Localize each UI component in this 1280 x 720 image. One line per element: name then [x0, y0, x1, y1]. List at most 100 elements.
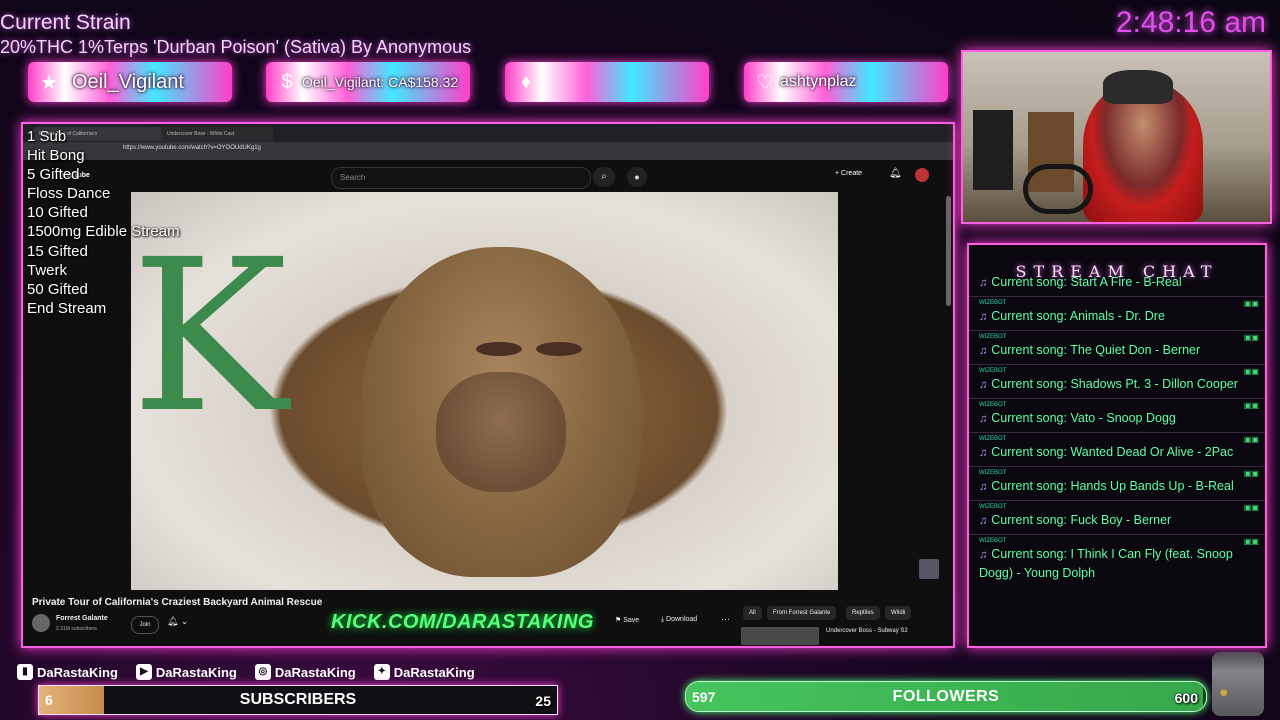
chat-username: WIZEBOT — [979, 538, 1007, 544]
alert-text: ashtynplaz — [780, 73, 857, 90]
social-youtube: ▶ DaRastaKing — [135, 664, 237, 680]
chat-message: WIZEBOT ▣▣ ♫ Current song: Fuck Boy - Ber… — [969, 500, 1265, 534]
chat-username: WIZEBOT — [979, 334, 1007, 340]
chat-message: ♫ Current song: Start A Fire - B-Real — [969, 273, 1265, 296]
chat-username: WIZEBOT — [979, 436, 1007, 442]
goal-item: End Stream — [27, 299, 107, 317]
strain-title: Current Strain — [0, 11, 131, 34]
chat-message: WIZEBOT ▣▣ ♫ Current song: Hands Up Bands… — [969, 466, 1265, 500]
bar-stool — [973, 110, 1013, 190]
join-button[interactable]: Join — [131, 616, 159, 634]
chat-username: WIZEBOT — [979, 300, 1007, 306]
channel-avatar[interactable] — [32, 614, 50, 632]
goal-item: Twerk — [27, 261, 68, 279]
social-handle: DaRastaKing — [37, 664, 118, 680]
chat-text: Current song: Hands Up Bands Up - B-Real — [991, 479, 1234, 493]
scrollbar[interactable] — [946, 196, 951, 306]
music-note-icon: ♫ — [979, 549, 988, 561]
alert-text: Oeil_Vigilant: CA$158.32 — [302, 74, 459, 90]
chat-text: Current song: Animals - Dr. Dre — [991, 309, 1165, 323]
social-twitch: ▮ DaRastaKing — [17, 664, 118, 680]
chat-text: Current song: I Think I Can Fly (feat. S… — [979, 547, 1233, 580]
twitch-icon: ▮ — [17, 664, 33, 680]
mic-icon[interactable]: ● — [627, 167, 647, 187]
chat-message: WIZEBOT ▣▣ ♫ Current song: The Quiet Don … — [969, 330, 1265, 364]
chat-text: Current song: Wanted Dead Or Alive - 2Pa… — [991, 445, 1234, 459]
social-handle: DaRastaKing — [155, 664, 237, 680]
chip-reptiles[interactable]: Reptiles — [846, 606, 880, 620]
jar-logo: ✺ — [1212, 652, 1264, 716]
chat-username: WIZEBOT — [979, 402, 1007, 408]
goal-item: 1500mg Edible Stream — [27, 223, 180, 241]
instagram-icon: ◎ — [254, 664, 271, 680]
social-handle: DaRastaKing — [393, 664, 475, 680]
chat-text: Current song: Vato - Snoop Dogg — [991, 411, 1176, 425]
goal-item: Hit Bong — [27, 147, 85, 165]
webcam-feed — [961, 50, 1272, 224]
diamond-icon: ♦ — [520, 70, 532, 93]
star-icon: ★ — [40, 71, 58, 94]
video-title: Private Tour of California's Craziest Ba… — [32, 597, 323, 608]
music-note-icon: ♫ — [979, 413, 988, 425]
more-actions-icon[interactable]: ⋯ — [721, 614, 730, 625]
jar-label-icon: ✺ — [1220, 688, 1228, 698]
youtube-icon: ▶ — [135, 664, 152, 680]
recommended-thumbnail[interactable] — [741, 627, 819, 645]
kick-url: KICK.COM/DARASTAKING — [331, 611, 594, 633]
create-label: Create — [841, 170, 863, 177]
goal-item: Floss Dance — [27, 185, 111, 203]
tip-alert: $ Oeil_Vigilant: CA$158.32 — [266, 62, 470, 102]
chat-text: Current song: Shadows Pt. 3 - Dillon Coo… — [991, 377, 1238, 391]
miniplayer-icon[interactable] — [919, 559, 939, 579]
chip-all[interactable]: All — [743, 606, 762, 620]
bot-badge-icon: ▣▣ — [1243, 401, 1259, 410]
chat-message: WIZEBOT ▣▣ ♫ Current song: Vato - Snoop D… — [969, 398, 1265, 432]
chat-text: Current song: The Quiet Don - Berner — [991, 343, 1201, 357]
chat-text: Current song: Fuck Boy - Berner — [991, 513, 1172, 527]
music-note-icon: ♫ — [979, 345, 988, 357]
strain-description: 20%THC 1%Terps 'Durban Poison' (Sativa) … — [0, 37, 472, 57]
chat-message: WIZEBOT ▣▣ ♫ Current song: Wanted Dead Or… — [969, 432, 1265, 466]
social-twitter: ✦ DaRastaKing — [373, 664, 475, 680]
avatar[interactable] — [915, 168, 929, 182]
save-button[interactable]: ⚑ Save — [615, 616, 639, 624]
recommended-title[interactable]: Undercover Boss - Subway S2 — [826, 628, 908, 634]
subscriber-goal-bar: 6 SUBSCRIBERS 25 — [38, 685, 558, 715]
channel-name[interactable]: Forrest Galante — [56, 615, 108, 622]
bot-badge-icon: ▣▣ — [1243, 367, 1259, 376]
music-note-icon: ♫ — [979, 379, 988, 391]
create-button[interactable]: + Create — [835, 170, 862, 177]
save-label: Save — [623, 617, 640, 624]
chat-text: Current song: Start A Fire - B-Real — [991, 275, 1182, 289]
follower-alert: ★ Oeil_Vigilant — [28, 62, 232, 102]
heart-icon: ♡ — [756, 71, 774, 94]
chat-message-list[interactable]: ♫ Current song: Start A Fire - B-Real WIZ… — [969, 275, 1265, 586]
search-placeholder: Search — [340, 173, 366, 182]
search-icon[interactable]: ⌕ — [593, 167, 615, 187]
stream-chat: STREAM CHAT ♫ Current song: Start A Fire … — [967, 243, 1267, 648]
chat-message: WIZEBOT ▣▣ ♫ Current song: Shadows Pt. 3 … — [969, 364, 1265, 398]
search-input[interactable]: Search — [331, 167, 591, 189]
goal-item: 5 Gifted — [27, 166, 80, 184]
stream-clock: 2:48:16 am — [1115, 6, 1266, 39]
chip-from-channel[interactable]: From Forrest Galante — [767, 606, 837, 620]
video-player[interactable]: K — [131, 192, 838, 590]
gift-alert: ♦ — [505, 62, 709, 102]
chat-username: WIZEBOT — [979, 368, 1007, 374]
subscribe-bell-icon[interactable]: 🔔︎ ⌄ — [167, 616, 188, 627]
bot-badge-icon: ▣▣ — [1243, 333, 1259, 342]
chip-wildlife[interactable]: Wildli — [885, 606, 912, 620]
baboon-eye — [536, 342, 582, 356]
twitter-icon: ✦ — [373, 664, 390, 680]
social-instagram: ◎ DaRastaKing — [254, 664, 356, 680]
bot-badge-icon: ▣▣ — [1243, 469, 1259, 478]
subscriber-goal: 25 — [535, 693, 551, 709]
notifications-bell-icon[interactable]: 🔔︎ — [889, 168, 902, 179]
social-links: ▮ DaRastaKing ▶ DaRastaKing ◎ DaRastaKing ✦… — [17, 664, 475, 680]
music-note-icon: ♫ — [979, 515, 988, 527]
bot-badge-icon: ▣▣ — [1243, 537, 1259, 546]
streamer-hat — [1103, 70, 1173, 104]
follower-label: FOLLOWERS — [892, 688, 1000, 705]
download-button[interactable]: ⤓ Download — [661, 616, 697, 624]
follower-goal-bar: 597 FOLLOWERS 600 — [685, 681, 1207, 712]
